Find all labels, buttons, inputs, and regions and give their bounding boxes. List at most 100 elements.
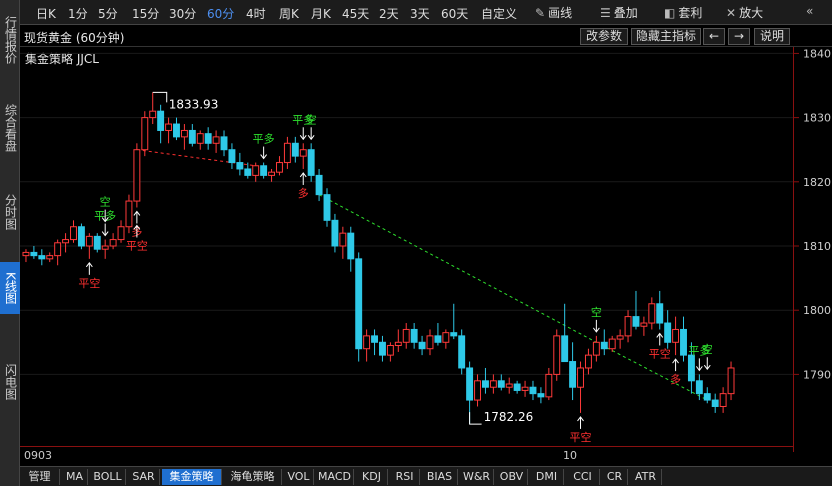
candle-body xyxy=(474,380,481,401)
indicator-tab-5[interactable]: 海龟策略 xyxy=(224,469,282,485)
signal-label: 平多 xyxy=(253,132,275,146)
overlay-button[interactable]: ☰ 叠加 xyxy=(600,4,638,21)
signal-label: 平空 xyxy=(649,346,671,360)
tf-45day[interactable]: 45天 xyxy=(342,5,369,22)
candle-body xyxy=(584,354,592,369)
candle-body xyxy=(466,367,474,401)
candle-body xyxy=(569,361,577,388)
candle-body xyxy=(410,328,418,343)
sidebar-tab-intraday[interactable]: 分时图 xyxy=(0,186,20,238)
candle-body xyxy=(141,117,149,151)
indicator-tab-3[interactable]: SAR xyxy=(128,469,160,485)
indicator-tab-13[interactable]: DMI xyxy=(530,469,564,485)
candle-body xyxy=(426,335,434,350)
candle-body xyxy=(173,123,180,138)
indicator-tab-4[interactable]: 集金策略 xyxy=(162,469,222,485)
candle-body xyxy=(307,149,315,176)
indicator-tab-6[interactable]: VOL xyxy=(284,469,314,485)
zoom-in-button[interactable]: ✕ 放大 xyxy=(726,4,763,21)
scroll-right-button[interactable]: → xyxy=(728,28,750,45)
candle-body xyxy=(386,345,394,356)
indicator-tab-8[interactable]: KDJ xyxy=(356,469,388,485)
tf-3day[interactable]: 3天 xyxy=(410,5,430,22)
candle-body xyxy=(244,168,252,176)
candle-body xyxy=(220,136,228,151)
candle-body xyxy=(418,341,426,350)
tf-30min[interactable]: 30分 xyxy=(169,5,196,22)
candle-body xyxy=(236,162,244,170)
candle-body xyxy=(93,235,101,250)
tf-monthly[interactable]: 月K xyxy=(311,5,331,22)
candle-body xyxy=(109,239,117,247)
tf-custom[interactable]: 自定义 xyxy=(481,5,517,22)
tf-15min[interactable]: 15分 xyxy=(132,5,159,22)
candle-body xyxy=(252,165,260,176)
sidebar-tab-tick-chart[interactable]: 闪电图 xyxy=(0,356,20,408)
candle-body xyxy=(687,354,695,382)
indicator-tabs: 管理 MA BOLL SAR 集金策略 海龟策略 VOL MACD KDJ RSI BIAS W&R O… xyxy=(20,466,832,486)
indicator-tab-12[interactable]: OBV xyxy=(496,469,528,485)
indicator-tab-16[interactable]: ATR xyxy=(630,469,662,485)
indicator-tab-7[interactable]: MACD xyxy=(316,469,354,485)
indicator-tab-14[interactable]: CCI xyxy=(566,469,600,485)
candle-body xyxy=(481,380,489,388)
candlestick-chart[interactable]: 1840.0 1830.0 1820.0 1810.0 1800.0 1790.0 1833… xyxy=(20,47,832,465)
help-button[interactable]: 说明 xyxy=(754,28,790,45)
candle-body xyxy=(125,200,133,228)
indicator-tab-1[interactable]: MA xyxy=(62,469,88,485)
tf-weekly[interactable]: 周K xyxy=(279,5,299,22)
candle-body xyxy=(719,393,727,407)
candle-body xyxy=(648,303,656,324)
tf-1min[interactable]: 1分 xyxy=(68,5,88,22)
candle-body xyxy=(283,142,291,164)
max-price-label: 1833.93 xyxy=(169,97,219,111)
tf-60day[interactable]: 60天 xyxy=(441,5,468,22)
price-tick-label: 1830.0 xyxy=(803,112,832,125)
candle-body xyxy=(577,367,584,388)
candle-body xyxy=(711,399,719,407)
indicator-tab-9[interactable]: RSI xyxy=(390,469,420,485)
sidebar-tab-kline[interactable]: K线图 xyxy=(0,262,20,314)
candle-body xyxy=(355,258,363,350)
sidebar-tab-overview[interactable]: 综合看盘 xyxy=(0,92,20,164)
tf-2day[interactable]: 2天 xyxy=(379,5,399,22)
candle-body xyxy=(315,174,323,196)
scroll-left-button[interactable]: ← xyxy=(703,28,725,45)
sidebar-tab-quotes[interactable]: 行情报价 xyxy=(0,4,20,76)
tf-5min[interactable]: 5分 xyxy=(98,5,118,22)
draw-line-button[interactable]: ✎ 画线 xyxy=(535,4,572,21)
hide-main-indicator-button[interactable]: 隐藏主指标 xyxy=(631,28,701,45)
candle-body xyxy=(260,165,268,176)
tf-4hour[interactable]: 4时 xyxy=(246,5,266,22)
candle-body xyxy=(624,316,632,337)
signal-label: 空 xyxy=(100,195,111,209)
price-tick-label: 1810.0 xyxy=(803,240,832,253)
candle-body xyxy=(268,171,276,176)
collapse-chevron-icon[interactable]: « xyxy=(806,4,813,18)
price-tick-label: 1840.0 xyxy=(803,47,832,60)
candle-body xyxy=(276,162,283,173)
candle-body xyxy=(54,242,62,257)
candle-body xyxy=(521,386,529,391)
candle-body xyxy=(371,335,379,343)
edit-params-button[interactable]: 改参数 xyxy=(580,28,628,45)
tf-daily[interactable]: 日K xyxy=(36,5,56,22)
candle-body xyxy=(640,322,648,327)
candle-body xyxy=(592,341,600,356)
candle-body xyxy=(46,255,54,260)
signal-label: 空 xyxy=(306,112,317,126)
indicator-tab-10[interactable]: BIAS xyxy=(422,469,458,485)
price-tick-label: 1800.0 xyxy=(803,304,832,317)
indicator-tab-15[interactable]: CR xyxy=(602,469,628,485)
candle-body xyxy=(70,226,77,241)
indicator-tab-11[interactable]: W&R xyxy=(460,469,494,485)
candle-body xyxy=(537,393,545,398)
candle-body xyxy=(458,335,466,369)
arbitrage-button[interactable]: ◧ 套利 xyxy=(664,4,702,21)
candle-body xyxy=(196,133,204,144)
candle-body xyxy=(363,335,371,350)
indicator-tab-2[interactable]: BOLL xyxy=(90,469,126,485)
tf-60min[interactable]: 60分 xyxy=(207,5,234,22)
indicator-tab-0[interactable]: 管理 xyxy=(20,469,60,485)
signal-label: 多 xyxy=(298,186,309,200)
